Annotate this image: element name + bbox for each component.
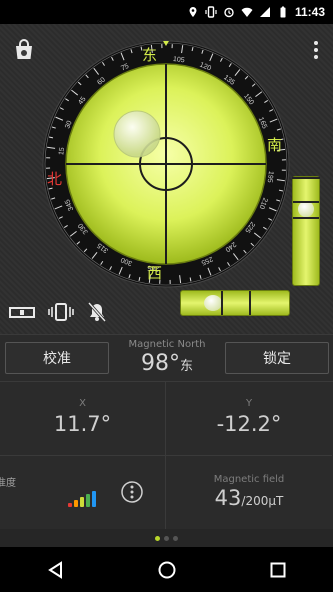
- level-mode-icon[interactable]: [9, 302, 35, 322]
- cardinal-north: 北: [47, 170, 62, 188]
- page-indicator: [0, 529, 333, 547]
- back-icon[interactable]: [46, 560, 66, 580]
- heading-direction: 东: [179, 359, 193, 374]
- level-bubble: [113, 110, 161, 158]
- x-angle-cell: X 11.7°: [0, 382, 166, 456]
- y-angle-cell: Y -12.2°: [166, 382, 332, 456]
- cardinal-south: 南: [267, 136, 282, 154]
- compass-tick-label: 105: [173, 56, 186, 64]
- accuracy-label: 精准度: [0, 478, 16, 489]
- recents-icon[interactable]: [268, 560, 288, 580]
- cardinal-west: 西: [147, 264, 162, 282]
- vertical-level-vial: [292, 176, 320, 286]
- accuracy-bars-icon: [68, 491, 96, 507]
- vibration-icon[interactable]: [48, 302, 74, 322]
- magnetic-north-label: Magnetic North: [128, 339, 206, 350]
- field-readout: 43/200μT: [166, 486, 332, 510]
- home-icon[interactable]: [157, 560, 177, 580]
- x-label: X: [79, 398, 86, 409]
- magnetic-field-cell: Magnetic field 43/200μT: [166, 456, 332, 529]
- heading-readout: 98°东: [112, 351, 222, 376]
- page-dot-2[interactable]: [164, 535, 169, 541]
- heading-row: 校准 Magnetic North 98°东 锁定: [0, 334, 333, 382]
- lock-button[interactable]: 锁定: [225, 342, 329, 374]
- sound-off-icon[interactable]: [86, 302, 108, 322]
- navigation-bar: [0, 547, 333, 592]
- field-label: Magnetic field: [213, 474, 285, 485]
- compass-dial: 1051201351501651952102252402552853003153…: [42, 40, 290, 288]
- signal-icon: [259, 7, 270, 17]
- wifi-icon: [241, 7, 253, 17]
- field-unit: /200μT: [241, 494, 284, 508]
- vibrate-icon: [205, 6, 217, 18]
- alarm-icon: [224, 7, 234, 18]
- battery-icon: [280, 6, 286, 18]
- location-icon: [189, 7, 197, 17]
- compass-tick-label: 15: [58, 147, 66, 156]
- level-compass-area: 105 120 135 150 165 195 210 225 240 255 285 300 315 3…: [0, 24, 333, 334]
- y-label: Y: [245, 398, 253, 409]
- cardinal-east: 东: [142, 46, 157, 64]
- readings-grid: X 11.7° Y -12.2° 精准度 Magnetic field 43/2…: [0, 382, 333, 529]
- compass-tick-label: 195: [266, 171, 274, 184]
- horizontal-level-vial: [180, 290, 290, 316]
- accuracy-cell: 精准度: [0, 456, 166, 529]
- status-bar: 11:43: [0, 0, 333, 24]
- calibrate-button[interactable]: 校准: [5, 342, 109, 374]
- y-value: -12.2°: [216, 412, 282, 436]
- field-value: 43: [214, 486, 242, 510]
- page-dot-1[interactable]: [155, 535, 160, 541]
- status-time: 11:43: [294, 5, 325, 19]
- accuracy-info-icon[interactable]: [121, 481, 143, 503]
- x-value: 11.7°: [53, 412, 112, 436]
- heading-value: 98°: [140, 351, 180, 376]
- page-dot-3[interactable]: [173, 535, 178, 541]
